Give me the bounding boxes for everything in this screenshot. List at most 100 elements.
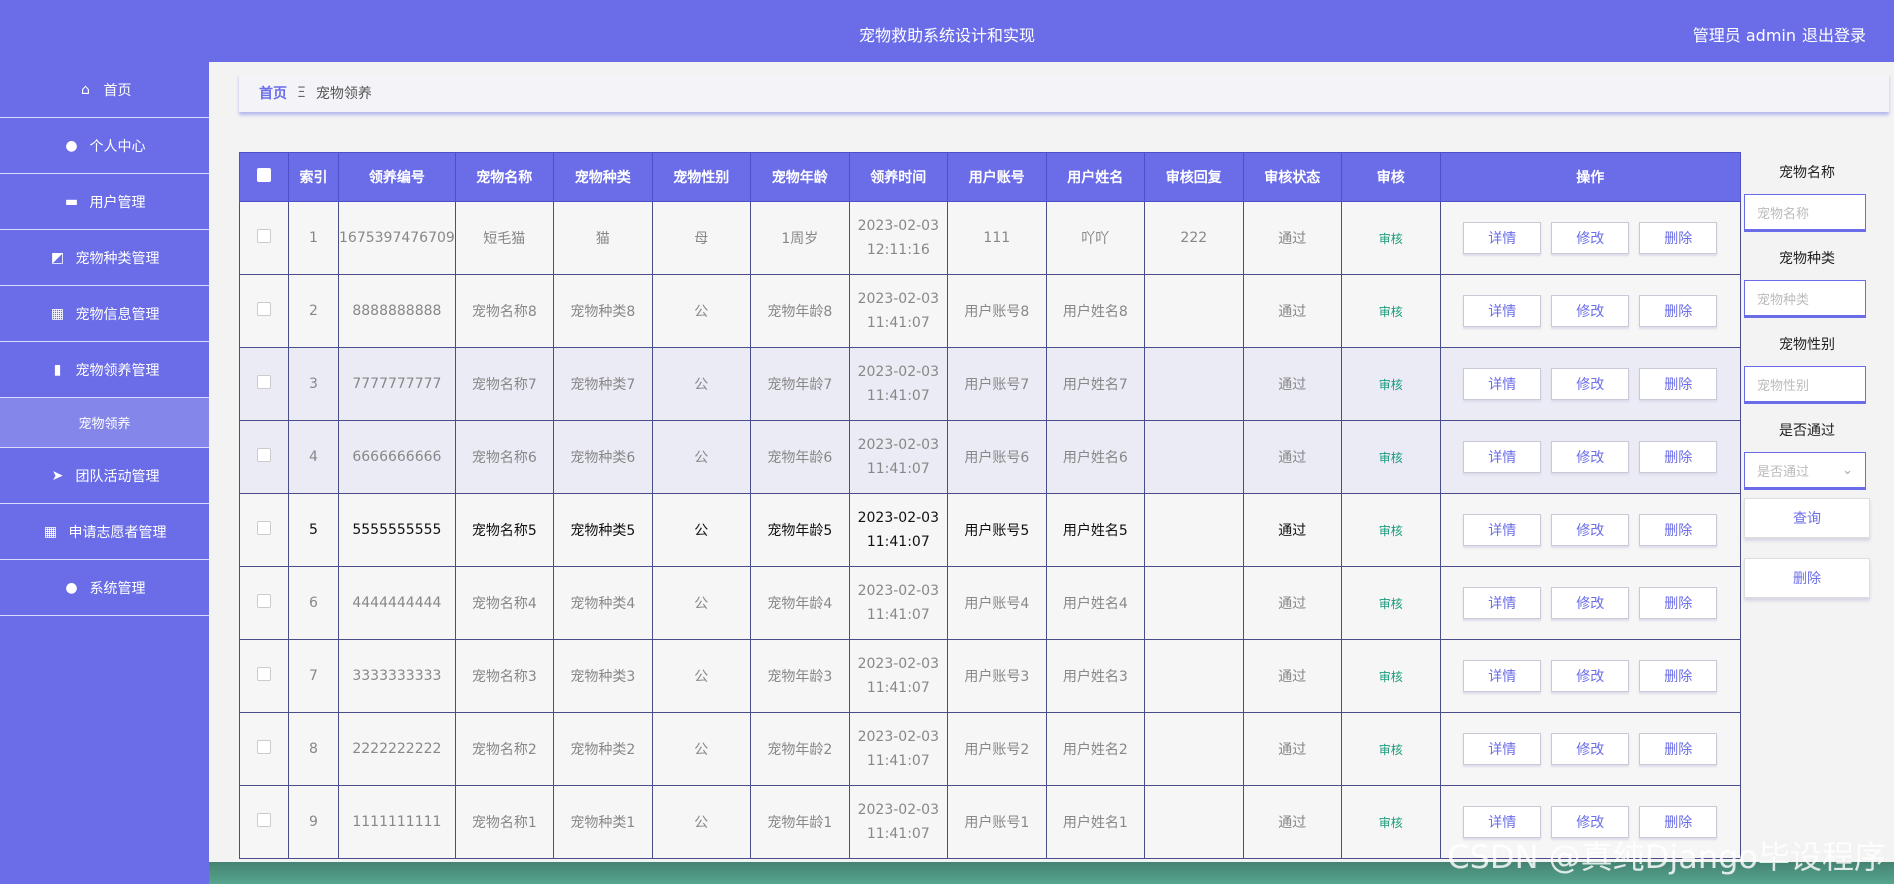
breadcrumb-home[interactable]: 首页 bbox=[259, 83, 287, 103]
cell-pet-name: 宠物名称5 bbox=[454, 493, 554, 567]
sidebar-item-pet-kinds[interactable]: ◩ 宠物种类管理 bbox=[0, 230, 209, 286]
audit-link[interactable]: 审核 bbox=[1379, 743, 1403, 757]
cell-index: 3 bbox=[288, 347, 339, 421]
sidebar-item-profile[interactable]: ● 个人中心 bbox=[0, 118, 209, 174]
edit-button[interactable]: 修改 bbox=[1551, 514, 1630, 546]
filter-sex-input[interactable]: 宠物性别 bbox=[1744, 366, 1866, 404]
row-checkbox[interactable] bbox=[257, 521, 271, 535]
audit-link[interactable]: 审核 bbox=[1379, 597, 1403, 611]
detail-button[interactable]: 详情 bbox=[1463, 368, 1542, 400]
cell-user-account: 用户账号8 bbox=[946, 274, 1047, 348]
row-checkbox[interactable] bbox=[257, 813, 271, 827]
detail-button[interactable]: 详情 bbox=[1463, 514, 1542, 546]
row-checkbox[interactable] bbox=[257, 229, 271, 243]
delete-button[interactable]: 删除 bbox=[1639, 441, 1718, 473]
cell-user-name: 用户姓名8 bbox=[1045, 274, 1145, 348]
edit-button[interactable]: 修改 bbox=[1551, 587, 1630, 619]
delete-button[interactable]: 删除 bbox=[1639, 514, 1718, 546]
sidebar-item-adoption-mgmt[interactable]: ▮ 宠物领养管理 bbox=[0, 342, 209, 398]
row-checkbox[interactable] bbox=[257, 740, 271, 754]
bulb-icon: ● bbox=[65, 579, 78, 596]
edit-button[interactable]: 修改 bbox=[1551, 222, 1630, 254]
row-checkbox[interactable] bbox=[257, 594, 271, 608]
edit-button[interactable]: 修改 bbox=[1551, 368, 1630, 400]
cell-user-account: 用户账号4 bbox=[946, 566, 1047, 640]
watermark: CSDN @真纯Django毕设程序 bbox=[1447, 838, 1886, 876]
home-icon: ⌂ bbox=[81, 81, 90, 98]
row-checkbox[interactable] bbox=[257, 375, 271, 389]
filter-pass-label: 是否通过 bbox=[1779, 423, 1835, 439]
sidebar-item-users[interactable]: ▬ 用户管理 bbox=[0, 174, 209, 230]
sidebar-item-system[interactable]: ● 系统管理 bbox=[0, 560, 209, 616]
delete-button[interactable]: 删除 bbox=[1639, 222, 1718, 254]
table-row: 2 8888888888 宠物名称8 宠物种类8 公 宠物年龄8 2023-02… bbox=[239, 274, 1741, 348]
cell-pet-name: 宠物名称1 bbox=[454, 785, 554, 859]
chevron-down-icon: ⌄ bbox=[1842, 462, 1853, 478]
audit-link[interactable]: 审核 bbox=[1379, 378, 1403, 392]
adopt-time-text: 2023-02-03 11:41:07 bbox=[857, 802, 939, 842]
cell-pet-kind: 宠物种类8 bbox=[552, 274, 653, 348]
filter-pass-select[interactable]: 是否通过 ⌄ bbox=[1744, 452, 1866, 490]
cell-audit-status: 通过 bbox=[1242, 347, 1342, 421]
audit-link[interactable]: 审核 bbox=[1379, 816, 1403, 830]
delete-button[interactable]: 删除 bbox=[1639, 587, 1718, 619]
cell-actions: 详情 修改 删除 bbox=[1439, 639, 1741, 713]
edit-button[interactable]: 修改 bbox=[1551, 660, 1630, 692]
filter-name-input[interactable]: 宠物名称 bbox=[1744, 194, 1866, 232]
logout-link[interactable]: 退出登录 bbox=[1802, 22, 1894, 46]
batch-delete-button[interactable]: 删除 bbox=[1744, 558, 1870, 598]
adoption-no-text: 4444444444 bbox=[352, 595, 442, 611]
cell-audit-reply bbox=[1143, 712, 1244, 786]
sidebar-item-label: 宠物领养管理 bbox=[75, 362, 160, 379]
cell-pet-age: 宠物年龄1 bbox=[749, 785, 850, 859]
edit-button[interactable]: 修改 bbox=[1551, 441, 1630, 473]
audit-link[interactable]: 审核 bbox=[1379, 305, 1403, 319]
cell-adopt-time: 2023-02-03 11:41:07 bbox=[848, 274, 948, 348]
sidebar-item-label: 宠物种类管理 bbox=[75, 250, 160, 267]
delete-button[interactable]: 删除 bbox=[1639, 295, 1718, 327]
sidebar-item-volunteer[interactable]: ▦ 申请志愿者管理 bbox=[0, 504, 209, 560]
audit-link[interactable]: 审核 bbox=[1379, 524, 1403, 538]
detail-button[interactable]: 详情 bbox=[1463, 660, 1542, 692]
delete-button[interactable]: 删除 bbox=[1639, 733, 1718, 765]
row-checkbox[interactable] bbox=[257, 667, 271, 681]
cell-pet-kind: 宠物种类5 bbox=[552, 493, 653, 567]
detail-button[interactable]: 详情 bbox=[1463, 295, 1542, 327]
cell-adopt-time: 2023-02-03 12:11:16 bbox=[848, 201, 948, 275]
query-button[interactable]: 查询 bbox=[1744, 498, 1870, 538]
delete-button[interactable]: 删除 bbox=[1639, 368, 1718, 400]
cell-pet-sex: 公 bbox=[651, 493, 751, 567]
cell-actions: 详情 修改 删除 bbox=[1439, 566, 1741, 640]
audit-link[interactable]: 审核 bbox=[1379, 232, 1403, 246]
col-audit-reply: 审核回复 bbox=[1143, 152, 1244, 202]
filter-name-label: 宠物名称 bbox=[1779, 165, 1835, 181]
col-audit-status: 审核状态 bbox=[1242, 152, 1342, 202]
sidebar-subitem-adoption[interactable]: 宠物领养 bbox=[0, 398, 209, 448]
table-row: 7 3333333333 宠物名称3 宠物种类3 公 宠物年龄3 2023-02… bbox=[239, 639, 1741, 713]
edit-button[interactable]: 修改 bbox=[1551, 733, 1630, 765]
edit-button[interactable]: 修改 bbox=[1551, 295, 1630, 327]
cell-adopt-time: 2023-02-03 11:41:07 bbox=[848, 712, 948, 786]
cell-user-name: 用户姓名3 bbox=[1045, 639, 1145, 713]
cell-index: 2 bbox=[288, 274, 339, 348]
filter-kind-input[interactable]: 宠物种类 bbox=[1744, 280, 1866, 318]
row-checkbox[interactable] bbox=[257, 448, 271, 462]
detail-button[interactable]: 详情 bbox=[1463, 733, 1542, 765]
sidebar-item-label: 宠物信息管理 bbox=[75, 306, 160, 323]
cell-pet-kind: 宠物种类2 bbox=[552, 712, 653, 786]
adoption-no-text: 6666666666 bbox=[352, 449, 442, 465]
sidebar-item-team-activity[interactable]: ➤ 团队活动管理 bbox=[0, 448, 209, 504]
delete-button[interactable]: 删除 bbox=[1639, 660, 1718, 692]
table-row: 6 4444444444 宠物名称4 宠物种类4 公 宠物年龄4 2023-02… bbox=[239, 566, 1741, 640]
cell-pet-age: 宠物年龄5 bbox=[749, 493, 850, 567]
detail-button[interactable]: 详情 bbox=[1463, 587, 1542, 619]
audit-link[interactable]: 审核 bbox=[1379, 451, 1403, 465]
detail-button[interactable]: 详情 bbox=[1463, 222, 1542, 254]
sidebar-item-pet-info[interactable]: ▦ 宠物信息管理 bbox=[0, 286, 209, 342]
select-all-checkbox[interactable] bbox=[257, 168, 271, 182]
row-checkbox[interactable] bbox=[257, 302, 271, 316]
sidebar-item-home[interactable]: ⌂ 首页 bbox=[0, 62, 209, 118]
sidebar-item-label: 个人中心 bbox=[89, 138, 146, 155]
detail-button[interactable]: 详情 bbox=[1463, 441, 1542, 473]
audit-link[interactable]: 审核 bbox=[1379, 670, 1403, 684]
